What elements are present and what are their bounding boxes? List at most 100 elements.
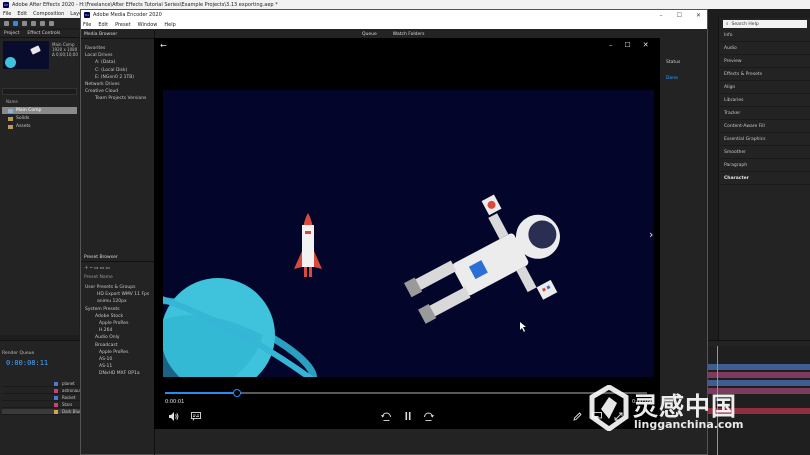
preset-item[interactable]: H.264 [85,327,149,334]
tree-network-drives[interactable]: Network Drives [85,81,146,88]
video-frame[interactable] [163,90,654,377]
preset-group[interactable]: System Presets [85,306,149,313]
project-item-label: Main Comp [16,108,42,113]
back-icon[interactable]: ← [160,41,167,50]
maximize-icon[interactable]: ☐ [677,12,682,19]
video-player-window: ← – ☐ ✕ › 0:00:01 0:00:09 ··· [154,38,660,429]
player-close-icon[interactable]: ✕ [643,41,649,49]
preset-group[interactable]: User Presets & Groups [85,284,149,291]
tree-drive-e[interactable]: E: (NGen0 2 1TB) [85,74,146,81]
panel-smoother[interactable]: Smoother [719,146,810,159]
preset-item[interactable]: HD Export WMV 11 Fps [85,291,149,298]
rocket-exhaust [309,267,312,277]
panel-essential-graphics[interactable]: Essential Graphics [719,133,810,146]
project-item[interactable]: Solids [2,115,77,122]
me-menu-window[interactable]: Window [138,22,158,28]
watermark: 灵感中国 lingganchina.com [588,385,810,435]
comp-info-duration: Δ 0;00;10;00 [52,52,78,57]
panel-info[interactable]: Info [719,29,810,42]
tree-drive-c[interactable]: C: (Local Disk) [85,67,146,74]
layer-label-color [54,403,58,407]
tab-watch-folders[interactable]: Watch Folders [393,32,425,37]
close-icon[interactable]: ✕ [696,12,701,19]
me-menu-edit[interactable]: Edit [98,22,108,28]
rewind-10-icon[interactable] [380,410,392,422]
render-queue-tab[interactable]: Render Queue [2,351,34,356]
ae-menu-edit[interactable]: Edit [17,11,27,17]
hand-tool-icon[interactable] [22,20,27,26]
panel-effects-presets[interactable]: Effects & Presets [719,68,810,81]
project-item[interactable]: Main Comp [2,107,77,114]
search-help-placeholder: Search Help [731,21,759,27]
rotate-tool-icon[interactable] [40,20,45,26]
preset-item[interactable]: animu 120px [85,298,149,305]
track-bar[interactable] [705,372,810,378]
project-column-header: Name [6,99,18,104]
camera-tool-icon[interactable] [49,20,54,26]
add-preset-icon[interactable]: ＋ ─ ▭ ▭ ▭ [84,265,110,272]
tree-favorites[interactable]: Favorites [85,45,146,52]
track-bar[interactable] [705,364,810,370]
preset-column-header: Preset Name [84,275,113,280]
panel-tracker[interactable]: Tracker [719,107,810,120]
selection-tool-icon[interactable] [13,20,18,26]
captions-icon[interactable] [190,410,202,422]
preset-item[interactable]: Broadcast [85,342,149,349]
tab-project[interactable]: Project [4,31,19,36]
ae-menubar: File Edit Composition Layer [0,9,84,18]
preset-browser-tab-label[interactable]: Preset Browser [84,255,118,260]
me-menu-file[interactable]: File [83,22,91,28]
ae-project-tabs: Project Effect Controls [0,30,79,38]
me-menu-help[interactable]: Help [164,22,175,28]
preset-item[interactable]: Apple ProRes [85,349,149,356]
tab-effect-controls[interactable]: Effect Controls [27,31,60,36]
forward-30-icon[interactable] [422,410,434,422]
rocket-fin-left [294,251,302,269]
panel-audio[interactable]: Audio [719,42,810,55]
volume-icon[interactable] [168,410,180,422]
rocket-fin-right [314,251,322,269]
rocket-stripe [305,231,311,234]
ae-menu-composition[interactable]: Composition [33,11,64,17]
tree-drive-a[interactable]: A: (Data) [85,59,146,66]
next-chevron-icon[interactable]: › [649,228,653,241]
home-icon[interactable] [4,20,9,26]
media-browser-tab-label[interactable]: Media Browser [84,32,117,37]
minimize-icon[interactable]: – [660,12,663,19]
project-item[interactable]: Assets [2,123,77,130]
panel-character[interactable]: Character [719,172,810,185]
panel-content-aware-fill[interactable]: Content-Aware Fill [719,120,810,133]
preset-item[interactable]: AS-10 [85,356,149,363]
preset-item[interactable]: AS-11 [85,363,149,370]
pause-icon[interactable] [402,410,414,422]
preset-item[interactable]: Adobe Stock [85,313,149,320]
tab-queue[interactable]: Queue [362,32,377,37]
panel-libraries[interactable]: Libraries [719,94,810,107]
tree-team-projects[interactable]: Team Projects Versions [85,95,146,102]
tree-creative-cloud[interactable]: Creative Cloud [85,88,146,95]
player-maximize-icon[interactable]: ☐ [625,41,631,49]
seek-bar[interactable] [165,389,647,397]
panel-preview[interactable]: Preview [719,55,810,68]
me-menu-preset[interactable]: Preset [115,22,131,28]
preset-item[interactable]: DNxHD MXF OP1a [85,370,149,377]
panel-paragraph[interactable]: Paragraph [719,159,810,172]
layer-name: Stars [62,402,73,407]
seek-bar-thumb[interactable] [233,389,242,397]
preset-item[interactable]: Audio Only [85,334,149,341]
queue-status-value: Done [666,76,678,81]
search-icon: ⌕ [726,22,729,27]
folder-icon [8,116,13,121]
zoom-tool-icon[interactable] [31,20,36,26]
preset-item[interactable]: Apple ProRes [85,320,149,327]
ae-menu-file[interactable]: File [3,11,11,17]
player-minimize-icon[interactable]: – [609,41,613,49]
search-help-field[interactable]: ⌕ Search Help [723,20,807,28]
panel-align[interactable]: Align [719,81,810,94]
project-search-input[interactable] [2,88,77,95]
media-browser-panel: Media Browser Favorites Local Drives A: … [81,31,154,251]
timecode-display[interactable]: 0:00:08:11 [6,359,48,367]
pencil-icon[interactable] [571,410,583,422]
tree-local-drives[interactable]: Local Drives [85,52,146,59]
comp-info: Main Comp 1920 x 1080 Δ 0;00;10;00 [52,42,78,57]
